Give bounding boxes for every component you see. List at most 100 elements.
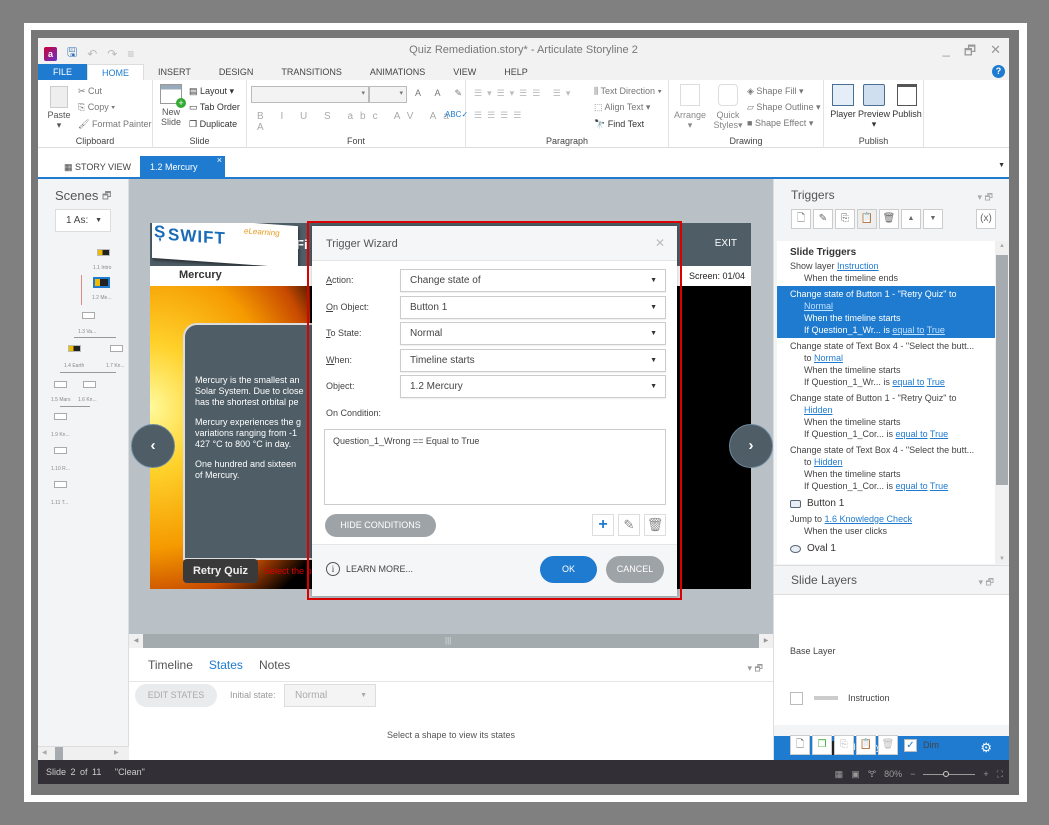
scene-thumbnail-selected[interactable] [93,277,110,288]
tab-current-slide[interactable]: 1.2 Mercury × [140,155,225,179]
font-size-adjust-buttons[interactable]: A A ✎ [415,88,468,99]
panel-options-icon[interactable]: ▾ 🗗 [978,190,993,206]
zoom-out-icon[interactable]: − [910,769,915,779]
zoom-slider-handle[interactable] [943,770,950,777]
list-buttons[interactable]: ☰▾☰▾☰☰ ☰▾ [474,88,575,99]
normal-view-icon[interactable]: ▣ [851,769,860,780]
scene-thumbnail[interactable] [82,312,95,319]
paste-layer-icon[interactable]: 📋 [856,735,876,755]
paste-button[interactable]: Paste ▾ [46,86,72,130]
tab-timeline[interactable]: Timeline [148,658,193,672]
trigger-item[interactable]: Show layer Instruction When the timeline… [777,258,995,286]
ok-button[interactable]: OK [540,556,597,583]
retry-quiz-button[interactable]: Retry Quiz [183,559,258,583]
tab-help[interactable]: HELP [490,64,542,80]
close-icon[interactable]: ✕ [990,42,1001,64]
condition-item[interactable]: Question_1_Wrong == Equal to True [333,436,479,446]
trigger-state-link[interactable]: Hidden [814,457,843,467]
panel-options-icon[interactable]: ▾ 🗗 [748,661,763,677]
zoom-slider[interactable] [923,770,976,777]
spellcheck-icon[interactable]: ABC✓ [445,110,468,119]
find-text-button[interactable]: 🔭 Find Text [594,119,644,130]
scroll-thumb[interactable] [996,255,1008,485]
add-condition-icon[interactable]: + [592,514,614,536]
fit-to-window-icon[interactable]: ⛶ [997,769,1003,780]
preview-button[interactable]: Preview ▾ [858,84,890,129]
dim-toggle[interactable]: ✓ Dim [904,738,939,752]
text-direction-button[interactable]: ⫼ Text Direction ▾ [594,86,662,97]
edit-condition-icon[interactable]: ✎ [618,514,640,536]
scene-thumbnail[interactable] [83,381,96,388]
trigger-item[interactable]: Jump to 1.6 Knowledge Check When the use… [777,511,995,539]
align-text-button[interactable]: ⬚ Align Text ▾ [594,102,650,113]
initial-state-select[interactable]: Normal ▼ [284,684,376,707]
on-object-select[interactable]: Button 1 ▼ [400,296,666,319]
duplicate-button[interactable]: ❐ Duplicate [189,119,237,130]
tabs-dropdown-icon[interactable]: ▼ [998,162,1005,169]
trigger-state-link[interactable]: Normal [804,301,833,311]
edit-trigger-icon[interactable]: ✎ [813,209,833,229]
prev-slide-button[interactable]: ‹ [131,424,175,468]
quick-styles-button[interactable]: Quick Styles▾ [713,84,743,130]
trigger-item[interactable]: Change state of Text Box 4 - "Select the… [777,442,995,494]
scroll-thumb[interactable] [55,747,63,761]
scenes-horizontal-scrollbar[interactable]: ◀ ▶ [38,746,129,761]
preview-view-icon[interactable]: 🝖 [868,765,876,783]
next-slide-button[interactable]: › [729,424,773,468]
restore-icon[interactable]: 🗗 [964,42,976,64]
scroll-grip-icon[interactable]: ||| [445,634,451,648]
trigger-operator-link[interactable]: equal to [892,325,924,335]
trigger-item[interactable]: Change state of Button 1 - "Retry Quiz" … [777,390,995,442]
font-family-select[interactable]: ▾ [251,86,369,103]
font-size-select[interactable]: ▾ [369,86,407,103]
shape-effect-button[interactable]: ■ Shape Effect ▾ [747,118,813,129]
trigger-state-link[interactable]: Normal [814,353,843,363]
scroll-left-icon[interactable]: ◀ [129,634,143,648]
player-button[interactable]: Player [830,84,856,119]
new-slide-button[interactable]: + New Slide [159,84,186,127]
tab-insert[interactable]: INSERT [144,64,205,80]
trigger-operator-link[interactable]: equal to [896,481,928,491]
arrange-button[interactable]: Arrange ▾ [673,84,707,130]
delete-condition-icon[interactable]: 🗑 [644,514,666,536]
trigger-link[interactable]: 1.6 Knowledge Check [825,514,913,524]
scene-select[interactable]: 1 As: ▼ [55,209,111,232]
minimize-icon[interactable]: _ [943,42,950,64]
trigger-value-link[interactable]: True [927,377,945,387]
tab-transitions[interactable]: TRANSITIONS [267,64,356,80]
scene-thumbnail[interactable] [68,345,81,352]
help-icon[interactable]: ? [992,65,1005,78]
trigger-item[interactable]: Change state of Text Box 4 - "Select the… [777,338,995,390]
scene-thumbnail[interactable] [110,345,123,352]
trigger-state-link[interactable]: Hidden [804,405,833,415]
scene-thumbnail[interactable] [97,249,110,256]
close-tab-icon[interactable]: × [217,149,222,172]
when-select[interactable]: Timeline starts ▼ [400,349,666,372]
edit-states-button[interactable]: EDIT STATES [135,684,217,707]
close-icon[interactable]: ✕ [655,236,665,250]
shape-outline-button[interactable]: ▱ Shape Outline ▾ [747,102,821,113]
story-view-icon[interactable]: ▦ [835,769,844,780]
font-format-buttons[interactable]: B I U S abc AV Aa A [257,111,465,133]
tab-story-view[interactable]: ▦ STORY VIEW [54,156,141,179]
tab-states[interactable]: States [209,658,243,672]
new-layer-icon[interactable]: 🗋 [790,735,810,755]
variables-icon[interactable]: (x) [976,209,996,229]
gear-icon[interactable]: ⚙ [980,740,992,756]
trigger-link[interactable]: Instruction [837,261,879,271]
layout-button[interactable]: ▤ Layout ▾ [189,86,234,97]
trigger-operator-link[interactable]: equal to [896,429,928,439]
paste-trigger-icon[interactable]: 📋 [857,209,877,229]
triggers-scrollbar[interactable]: ▲ ▼ [995,241,1009,564]
conditions-list[interactable]: Question_1_Wrong == Equal to True [324,429,666,505]
copy-layer-icon[interactable]: ⎘ [834,735,854,755]
scene-thumbnail[interactable] [54,481,67,488]
move-down-icon[interactable]: ▼ [923,209,943,229]
publish-button[interactable]: Publish [892,84,922,119]
trigger-operator-link[interactable]: equal to [892,377,924,387]
scroll-left-icon[interactable]: ◀ [42,749,47,756]
copy-button[interactable]: ⎘ Copy ▾ [78,102,115,113]
scroll-up-icon[interactable]: ▲ [995,243,1009,249]
panel-options-icon[interactable]: ▾ 🗗 [979,575,994,591]
tab-view[interactable]: VIEW [439,64,490,80]
